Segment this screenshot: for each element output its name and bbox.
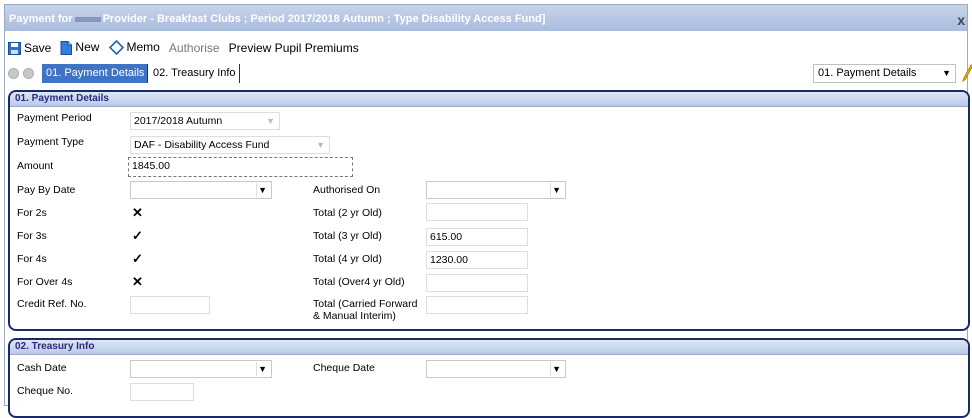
new-label: New — [75, 40, 100, 55]
authorise-button[interactable]: Authorise — [169, 41, 220, 55]
back-icon[interactable] — [8, 68, 19, 79]
title-bar: Payment for Provider - Breakfast Clubs ; … — [5, 5, 967, 31]
section-select-value: 01. Payment Details — [818, 67, 917, 79]
divider — [550, 362, 551, 376]
for-over-4s-label: For Over 4s — [17, 276, 73, 288]
preview-pupil-premiums-button[interactable]: Preview Pupil Premiums — [229, 41, 359, 55]
forward-icon[interactable] — [23, 68, 34, 79]
new-button[interactable]: New — [60, 40, 100, 56]
total-carried-forward-line2: & Manual Interim) — [313, 310, 396, 322]
pencil-icon[interactable] — [961, 64, 972, 82]
credit-ref-input[interactable] — [130, 296, 210, 314]
dropdown-arrow-icon: ▼ — [942, 68, 951, 78]
section-select[interactable]: 01. Payment Details ▼ — [813, 64, 956, 83]
payment-period-label: Payment Period — [17, 112, 92, 124]
payment-details-header: 01. Payment Details — [10, 92, 968, 107]
tab-separator — [239, 64, 240, 83]
dropdown-arrow-icon[interactable]: ▼ — [552, 182, 561, 198]
floppy-disk-icon — [8, 41, 21, 55]
cheque-date-input[interactable]: ▼ — [426, 360, 566, 378]
total-4yr-label: Total (4 yr Old) — [313, 253, 382, 265]
cheque-no-input[interactable] — [130, 383, 194, 401]
divider — [256, 362, 257, 376]
total-over4-field — [426, 274, 528, 292]
treasury-info-panel: 02. Treasury Info — [8, 338, 970, 418]
for-over-4s-checkbox-cross-icon[interactable]: ✕ — [132, 274, 143, 290]
for-3s-label: For 3s — [17, 230, 47, 242]
title-prefix: Payment for — [9, 13, 73, 25]
window-title: Payment for Provider - Breakfast Clubs ; … — [9, 13, 545, 25]
total-2yr-field — [426, 203, 528, 221]
amount-input[interactable]: 1845.00 — [128, 157, 353, 177]
diamond-icon — [108, 40, 124, 56]
payment-type-label: Payment Type — [17, 136, 84, 148]
pay-by-date-input[interactable]: ▼ — [130, 181, 272, 199]
total-2yr-label: Total (2 yr Old) — [313, 207, 382, 219]
treasury-info-header: 02. Treasury Info — [10, 340, 968, 355]
memo-button[interactable]: Memo — [108, 40, 160, 56]
dropdown-arrow-icon: ▼ — [266, 116, 275, 126]
cash-date-input[interactable]: ▼ — [130, 360, 272, 378]
payment-period-select[interactable]: 2017/2018 Autumn ▼ — [130, 112, 280, 130]
for-3s-checkbox-tick-icon[interactable]: ✓ — [132, 228, 143, 244]
close-icon[interactable]: x — [957, 12, 965, 28]
payment-type-value: DAF - Disability Access Fund — [134, 139, 270, 151]
payment-type-select[interactable]: DAF - Disability Access Fund ▼ — [130, 136, 330, 154]
for-4s-checkbox-tick-icon[interactable]: ✓ — [132, 251, 143, 267]
tab-separator — [147, 64, 148, 83]
tab-treasury-info[interactable]: 02. Treasury Info — [149, 64, 240, 83]
tab-payment-details[interactable]: 01. Payment Details — [42, 64, 149, 83]
total-over4-label: Total (Over4 yr Old) — [313, 276, 405, 288]
dropdown-arrow-icon[interactable]: ▼ — [552, 361, 561, 377]
save-button[interactable]: Save — [8, 41, 51, 55]
divider — [256, 183, 257, 197]
total-3yr-label: Total (3 yr Old) — [313, 230, 382, 242]
credit-ref-label: Credit Ref. No. — [17, 298, 87, 310]
dropdown-arrow-icon[interactable]: ▼ — [258, 182, 267, 198]
total-carried-forward-field — [426, 296, 528, 314]
divider — [550, 183, 551, 197]
new-document-icon — [60, 41, 73, 56]
amount-value: 1845.00 — [132, 160, 170, 172]
redacted-name — [74, 16, 101, 22]
for-2s-label: For 2s — [17, 207, 47, 219]
total-carried-forward-line1: Total (Carried Forward — [313, 298, 418, 310]
cash-date-label: Cash Date — [17, 362, 67, 374]
save-label: Save — [24, 40, 52, 55]
pay-by-date-label: Pay By Date — [17, 184, 76, 196]
total-carried-forward-label: Total (Carried Forward & Manual Interim) — [313, 298, 417, 322]
authorised-on-input[interactable]: ▼ — [426, 181, 566, 199]
cheque-no-label: Cheque No. — [17, 385, 74, 397]
cheque-date-label: Cheque Date — [313, 362, 375, 374]
navigation-bar: 01. Payment Details 02. Treasury Info 01… — [8, 63, 972, 85]
title-suffix: Provider - Breakfast Clubs ; Period 2017… — [102, 13, 546, 25]
toolbar: Save New Memo Authorise Preview Pupil Pr… — [8, 40, 365, 58]
amount-label: Amount — [17, 160, 54, 172]
total-4yr-field: 1230.00 — [426, 251, 528, 269]
dropdown-arrow-icon: ▼ — [316, 140, 325, 150]
for-2s-checkbox-cross-icon[interactable]: ✕ — [132, 205, 143, 221]
for-4s-label: For 4s — [17, 253, 47, 265]
payment-period-value: 2017/2018 Autumn — [134, 115, 223, 127]
memo-label: Memo — [126, 40, 160, 54]
authorised-on-label: Authorised On — [313, 184, 381, 196]
total-3yr-field: 615.00 — [426, 228, 528, 246]
dropdown-arrow-icon[interactable]: ▼ — [258, 361, 267, 377]
